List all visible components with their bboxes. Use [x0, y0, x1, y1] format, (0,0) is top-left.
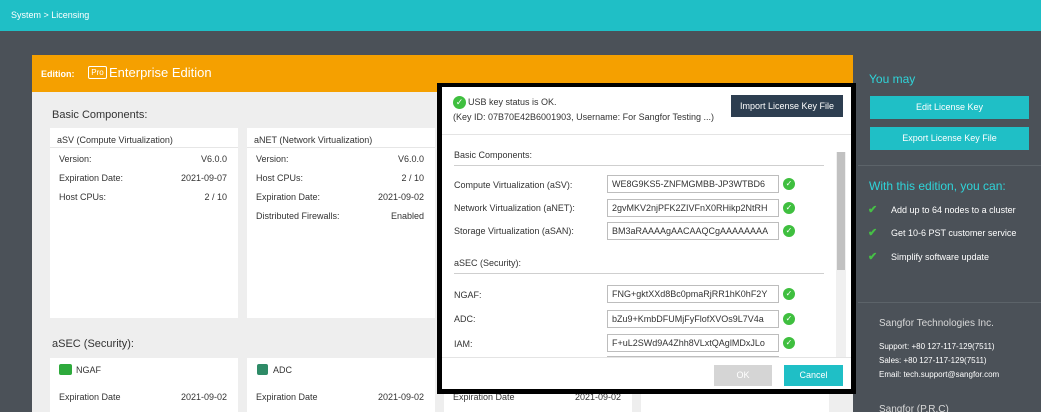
divider: [858, 302, 1041, 303]
asan-key-label: Storage Virtualization (aSAN):: [454, 226, 574, 236]
divider: [442, 134, 851, 135]
you-may-title: You may: [869, 72, 916, 86]
kv-key: Distributed Firewalls:: [256, 211, 340, 221]
kv-key: Expiration Date: [256, 392, 318, 402]
support-email: Email: tech.support@sangfor.com: [879, 370, 1000, 379]
card-title: aNET (Network Virtualization): [254, 135, 373, 145]
kv-value: V6.0.0: [397, 154, 424, 164]
kv-value: 2021-09-02: [377, 392, 424, 402]
check-circle-icon: ✓: [783, 178, 795, 190]
divider: [454, 273, 824, 274]
kv-value: 2021-09-07: [180, 173, 227, 183]
export-license-key-file-button[interactable]: Export License Key File: [870, 127, 1029, 150]
kv-value: 2 / 10: [401, 173, 424, 183]
card-title: NGAF: [76, 365, 102, 375]
sidebar: You may Edit License Key Export License …: [858, 55, 1041, 412]
check-circle-icon: ✓: [783, 313, 795, 325]
divider: [442, 357, 851, 358]
edition-label: Edition:: [41, 69, 75, 79]
usb-key-status: USB key status is OK.: [468, 97, 557, 107]
card-title: aSV (Compute Virtualization): [57, 135, 173, 145]
pro-badge: Pro: [88, 66, 107, 79]
kv-value: 2021-09-02: [180, 392, 227, 402]
check-circle-icon: ✓: [783, 225, 795, 237]
iam-key-field[interactable]: F+uL2SWd9A4Zhh8VLxtQAglMDxJLo: [607, 334, 779, 352]
dialog-footer: OK Cancel: [442, 357, 851, 389]
basic-components-section-title: Basic Components:: [454, 150, 533, 160]
divider: [247, 147, 435, 148]
dialog-scrollbar[interactable]: [836, 152, 846, 357]
adc-card: ADC Expiration Date 2021-09-02: [247, 358, 435, 412]
feature-text: Simplify software update: [891, 252, 990, 262]
checkmark-icon: ✔: [868, 227, 878, 239]
scrollbar-thumb[interactable]: [837, 152, 845, 270]
key-id-text: (Key ID: 07B70E42B6001903, Username: For…: [453, 112, 714, 122]
company-name-2: Sangfor (P.R.C): [879, 404, 949, 412]
kv-key: Host CPUs:: [59, 192, 107, 202]
sales-phone: Sales: +80 127-117-129(7511): [879, 356, 987, 365]
edit-license-key-button[interactable]: Edit License Key: [870, 96, 1029, 119]
check-circle-icon: ✓: [453, 96, 466, 109]
import-license-key-file-button[interactable]: Import License Key File: [731, 95, 843, 117]
support-phone: Support: +80 127-117-129(7511): [879, 342, 995, 351]
asec-section-title: aSEC (Security):: [454, 258, 522, 268]
kv-value: 2 / 10: [204, 192, 227, 202]
ngaf-key-label: NGAF:: [454, 290, 482, 300]
kv-key: Expiration Date:: [256, 192, 321, 202]
kv-value: 2021-09-02: [377, 192, 424, 202]
asec-title: aSEC (Security):: [52, 338, 134, 350]
dialog-body: ✓ USB key status is OK. (Key ID: 07B70E4…: [442, 87, 851, 389]
breadcrumb: System > Licensing: [11, 10, 90, 20]
edition-features-title: With this edition, you can:: [869, 179, 1006, 193]
edition-name: Enterprise Edition: [109, 65, 212, 80]
kv-value: V6.0.0: [200, 154, 227, 164]
anet-key-label: Network Virtualization (aNET):: [454, 203, 575, 213]
anet-key-field[interactable]: 2gvMKV2njPFK2ZIVFnX0RHikp2NtRH: [607, 199, 779, 217]
company-name: Sangfor Technologies Inc.: [879, 318, 994, 329]
iam-key-label: IAM:: [454, 339, 473, 349]
kv-value: Enabled: [390, 211, 424, 221]
ngaf-icon: [59, 364, 72, 375]
checkmark-icon: ✔: [868, 204, 878, 216]
kv-key: Version:: [256, 154, 289, 164]
divider: [858, 165, 1041, 166]
ok-button[interactable]: OK: [714, 365, 772, 386]
feature-text: Get 10-6 PST customer service: [891, 228, 1017, 238]
top-bar: System > Licensing: [0, 0, 1041, 31]
check-circle-icon: ✓: [783, 202, 795, 214]
anet-card: aNET (Network Virtualization) Version: V6…: [247, 128, 435, 318]
adc-icon: [257, 364, 268, 375]
asv-key-field[interactable]: WE8G9KS5-ZNFMGMBB-JP3WTBD6: [607, 175, 779, 193]
feature-text: Add up to 64 nodes to a cluster: [891, 205, 1016, 215]
divider: [50, 147, 238, 148]
kv-key: Expiration Date:: [59, 173, 124, 183]
check-circle-icon: ✓: [783, 337, 795, 349]
ngaf-card: NGAF Expiration Date 2021-09-02: [50, 358, 238, 412]
adc-key-label: ADC:: [454, 314, 476, 324]
license-key-dialog: ✓ USB key status is OK. (Key ID: 07B70E4…: [437, 83, 856, 394]
cancel-button[interactable]: Cancel: [784, 365, 843, 386]
asan-key-field[interactable]: BM3aRAAAAgAACAAQCgAAAAAAAA: [607, 222, 779, 240]
kv-key: Host CPUs:: [256, 173, 304, 183]
ngaf-key-field[interactable]: FNG+gktXXd8Bc0pmaRjRR1hK0hF2Y: [607, 285, 779, 303]
asv-key-label: Compute Virtualization (aSV):: [454, 180, 573, 190]
adc-key-field[interactable]: bZu9+KmbDFUMjFyFlofXVOs9L7V4a: [607, 310, 779, 328]
kv-key: Version:: [59, 154, 92, 164]
kv-key: Expiration Date: [59, 392, 121, 402]
divider: [454, 165, 824, 166]
check-circle-icon: ✓: [783, 288, 795, 300]
checkmark-icon: ✔: [868, 251, 878, 263]
card-title: ADC: [273, 365, 293, 375]
asv-card: aSV (Compute Virtualization) Version: V6.…: [50, 128, 238, 318]
basic-components-title: Basic Components:: [52, 109, 148, 121]
license-key-list: Basic Components: Compute Virtualization…: [442, 146, 851, 357]
